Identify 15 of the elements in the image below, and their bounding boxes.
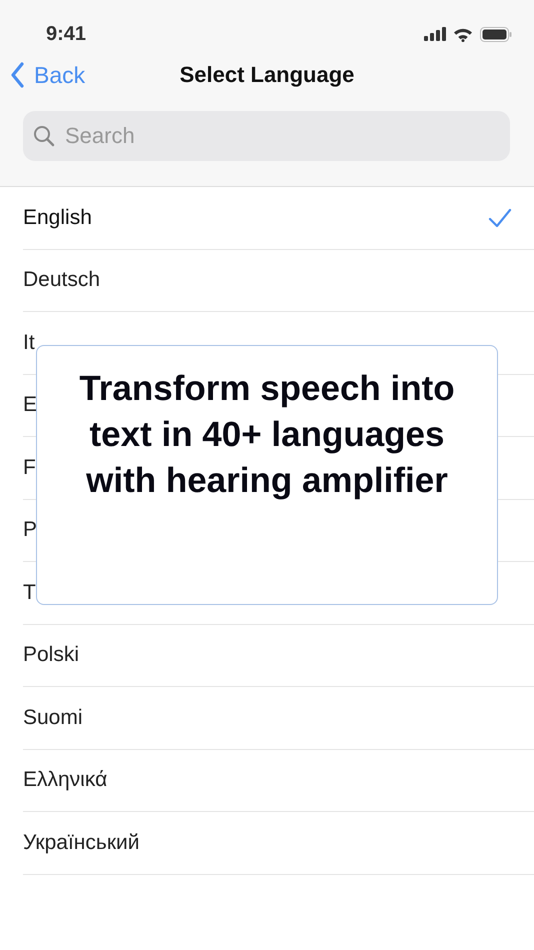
screen-title: Select Language: [180, 62, 354, 88]
search-icon: [33, 125, 55, 147]
language-item[interactable]: Polski: [23, 624, 534, 687]
wifi-icon: [453, 26, 473, 42]
checkmark-icon: [488, 208, 512, 228]
language-item[interactable]: English: [23, 187, 534, 250]
language-item[interactable]: Ελληνικά: [23, 750, 534, 812]
language-item[interactable]: Український: [23, 812, 534, 874]
search-field[interactable]: Search: [23, 111, 510, 161]
language-item[interactable]: Deutsch: [23, 250, 534, 312]
language-item[interactable]: Suomi: [23, 687, 534, 750]
status-time: 9:41: [46, 22, 86, 46]
signal-icon: [424, 27, 446, 41]
battery-icon: [480, 26, 512, 42]
chevron-left-icon: [10, 62, 24, 88]
